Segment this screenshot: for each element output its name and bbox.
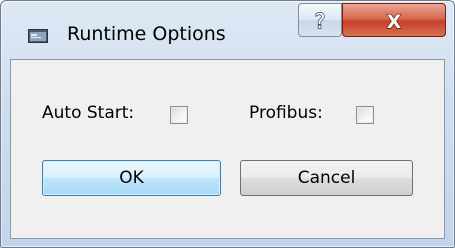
auto-start-checkbox[interactable] [170, 106, 188, 124]
window-title: Runtime Options [67, 23, 226, 45]
close-icon: X [386, 10, 402, 33]
help-icon: ? [314, 8, 326, 33]
close-button[interactable]: X [342, 3, 446, 37]
dialog-window: Runtime Options ? X Auto Start: Profibus… [0, 0, 455, 248]
ok-button[interactable]: OK [42, 160, 221, 196]
dialog-body: Auto Start: Profibus: OK Cancel [10, 59, 445, 239]
auto-start-label: Auto Start: [42, 103, 135, 123]
svg-text:?: ? [315, 9, 326, 33]
title-bar[interactable]: Runtime Options ? X [1, 1, 454, 57]
app-window-icon [28, 29, 48, 43]
profibus-checkbox[interactable] [356, 106, 374, 124]
profibus-label: Profibus: [249, 103, 323, 123]
cancel-button[interactable]: Cancel [240, 160, 413, 196]
help-button[interactable]: ? [298, 3, 342, 37]
svg-text:X: X [387, 11, 402, 33]
